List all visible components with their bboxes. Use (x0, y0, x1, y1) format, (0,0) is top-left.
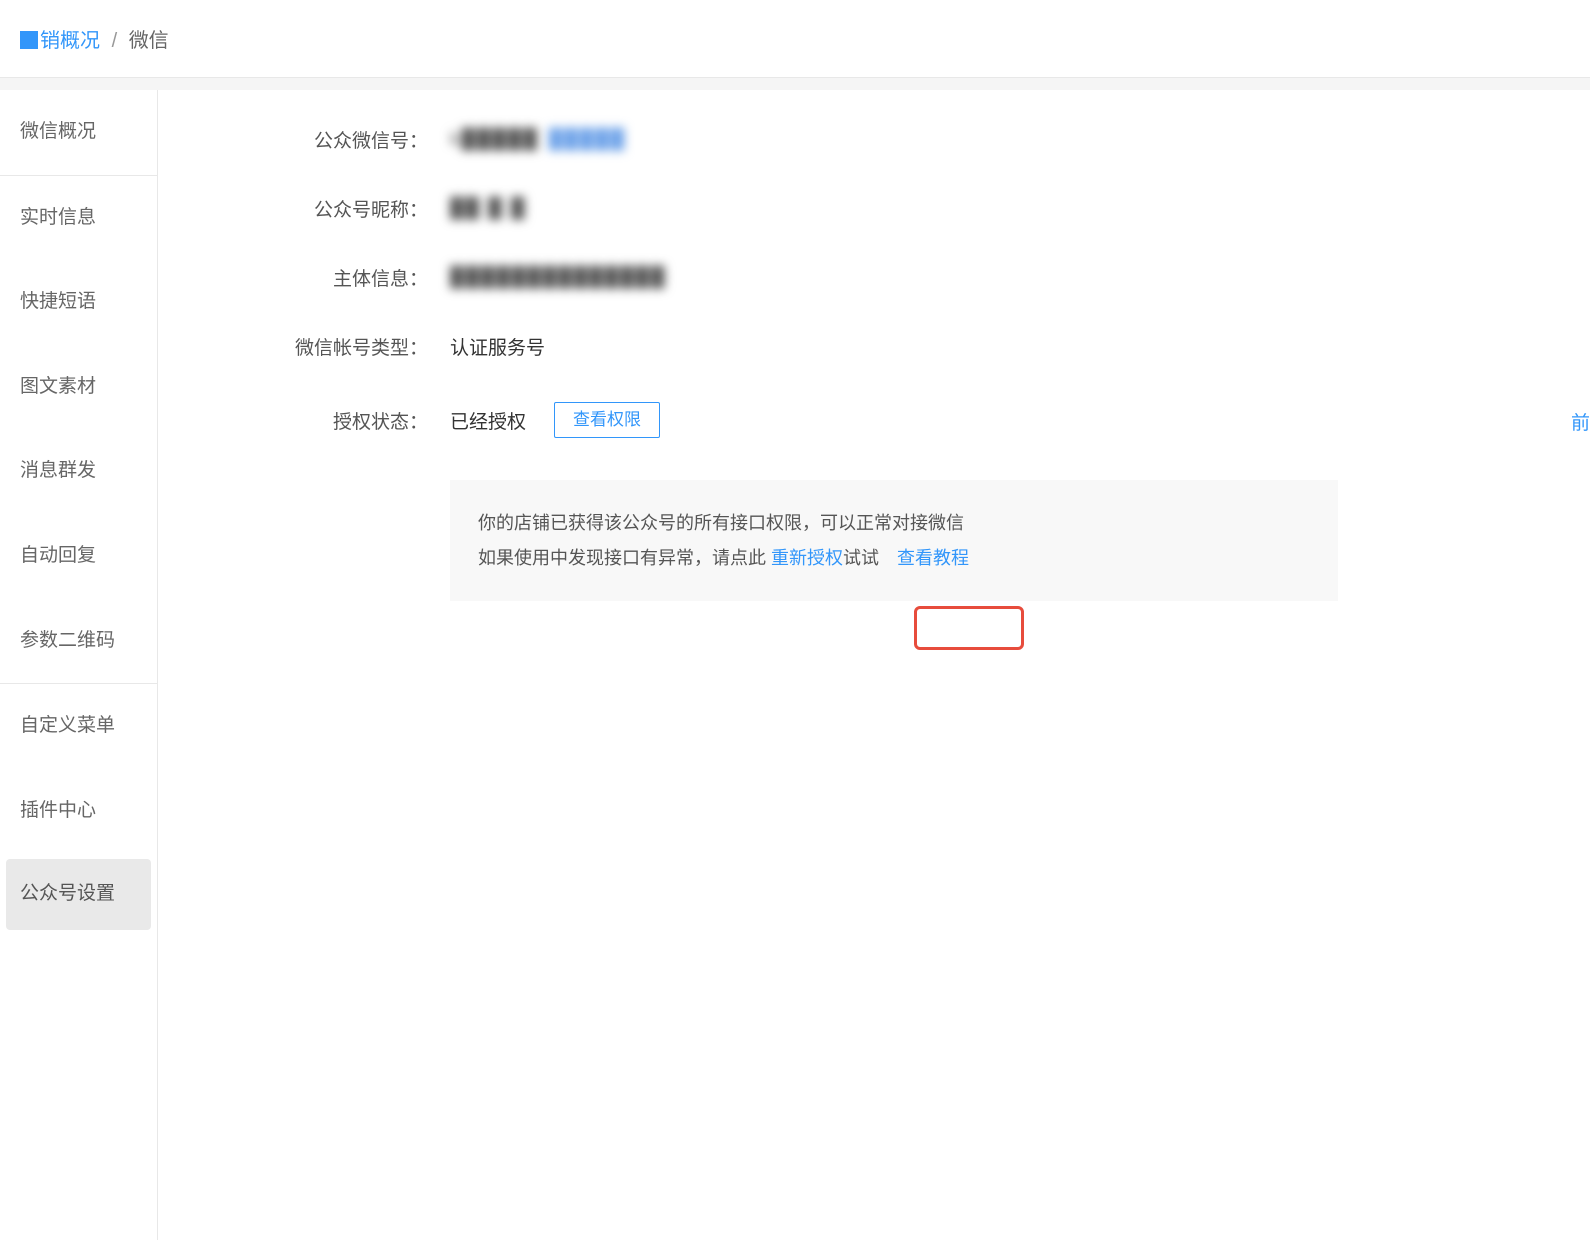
highlight-annotation (914, 606, 1024, 650)
breadcrumb-current: 微信 (129, 30, 169, 52)
label-auth-status: 授权状态： (238, 407, 428, 434)
view-permissions-button[interactable]: 查看权限 (554, 402, 660, 438)
breadcrumb-root-link[interactable]: 销概况 (40, 30, 100, 52)
view-tutorial-link[interactable]: 查看教程 (897, 548, 969, 568)
sidebar-item-qrcode[interactable]: 参数二维码 (0, 599, 157, 684)
row-wechat-id: 公众微信号： k█████ █████ (238, 126, 1550, 153)
sidebar-group-0: 微信概况 (0, 90, 157, 176)
label-account-type: 微信帐号类型： (238, 333, 428, 360)
row-account-type: 微信帐号类型： 认证服务号 (238, 333, 1550, 360)
nickname-text: ██ █ █ (450, 198, 526, 220)
auth-status-text: 已经授权 (450, 407, 526, 434)
info-line2-prefix: 如果使用中发现接口有异常，请点此 (478, 548, 771, 568)
sidebar-item-media[interactable]: 图文素材 (0, 345, 157, 430)
value-subject: ██████████████ (450, 267, 1550, 289)
value-account-type: 认证服务号 (450, 333, 1550, 360)
sidebar-item-realtime[interactable]: 实时信息 (0, 176, 157, 261)
value-wechat-id: k█████ █████ (450, 129, 1550, 151)
sidebar-item-account-settings[interactable]: 公众号设置 (6, 859, 151, 930)
breadcrumb-separator: / (112, 30, 118, 52)
sidebar-item-autoreply[interactable]: 自动回复 (0, 514, 157, 599)
sidebar-group-1: 实时信息 快捷短语 图文素材 消息群发 自动回复 参数二维码 (0, 176, 157, 685)
breadcrumb: 销概况 / 微信 (0, 0, 1590, 78)
value-nickname: ██ █ █ (450, 198, 1550, 220)
row-subject: 主体信息： ██████████████ (238, 264, 1550, 291)
account-type-text: 认证服务号 (450, 333, 545, 360)
sidebar-item-overview[interactable]: 微信概况 (0, 90, 157, 175)
gap-strip (0, 78, 1590, 90)
sidebar-item-quick-phrase[interactable]: 快捷短语 (0, 260, 157, 345)
label-nickname: 公众号昵称： (238, 195, 428, 222)
info-line2-suffix: 试试 (843, 548, 879, 568)
sidebar-item-plugins[interactable]: 插件中心 (0, 769, 157, 854)
wechat-id-text2: █████ (549, 129, 626, 151)
info-line2: 如果使用中发现接口有异常，请点此 重新授权试试查看教程 (478, 541, 1310, 575)
sidebar-group-2: 自定义菜单 插件中心 公众号设置 (0, 684, 157, 930)
content: 公众微信号： k█████ █████ 公众号昵称： ██ █ █ 主体信息： … (158, 90, 1590, 1240)
info-box: 你的店铺已获得该公众号的所有接口权限，可以正常对接微信 如果使用中发现接口有异常… (450, 480, 1338, 600)
label-subject: 主体信息： (238, 264, 428, 291)
info-line1: 你的店铺已获得该公众号的所有接口权限，可以正常对接微信 (478, 506, 1310, 540)
sidebar-item-custom-menu[interactable]: 自定义菜单 (0, 684, 157, 769)
right-side-link[interactable]: 前 (1571, 408, 1590, 435)
value-auth-status: 已经授权 查看权限 (450, 402, 1550, 438)
row-nickname: 公众号昵称： ██ █ █ (238, 195, 1550, 222)
label-wechat-id: 公众微信号： (238, 126, 428, 153)
reauthorize-link[interactable]: 重新授权 (771, 548, 843, 568)
wechat-id-text: k█████ (450, 129, 539, 151)
sidebar-item-broadcast[interactable]: 消息群发 (0, 429, 157, 514)
subject-text: ██████████████ (450, 267, 666, 289)
breadcrumb-icon (20, 31, 38, 49)
row-auth-status: 授权状态： 已经授权 查看权限 (238, 402, 1550, 438)
sidebar: 微信概况 实时信息 快捷短语 图文素材 消息群发 自动回复 参数二维码 自定义菜… (0, 90, 158, 1240)
